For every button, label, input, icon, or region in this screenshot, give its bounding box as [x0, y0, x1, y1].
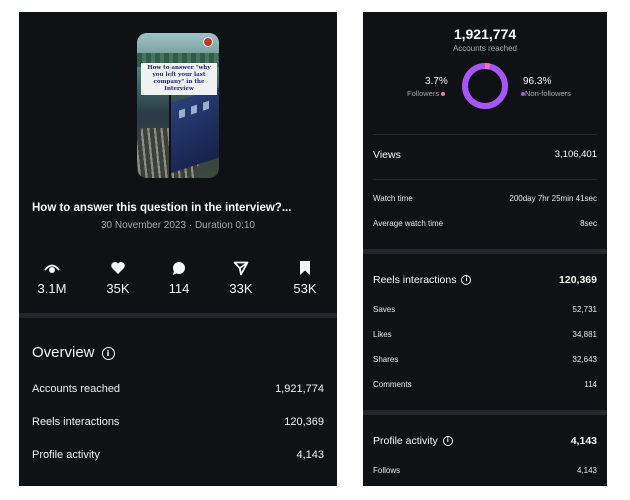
reel-meta: 30 November 2023 · Duration 0:10 — [19, 220, 337, 231]
comments-count: 114 — [168, 281, 190, 296]
accounts-reached-total: 1,921,774 — [453, 26, 517, 42]
eye-icon — [44, 264, 60, 273]
watch-time-row[interactable]: Watch time 200day 7hr 25min 41sec — [373, 194, 597, 203]
info-icon[interactable]: i — [442, 436, 453, 447]
nonfollowers-ring — [462, 63, 508, 109]
saves-count: 53K — [293, 281, 317, 296]
saves-stat[interactable]: 53K — [280, 260, 330, 296]
profile-activity-heading[interactable]: Profile activity i 4,143 — [373, 435, 597, 447]
overview-row-reels-interactions[interactable]: Reels interactions 120,369 — [32, 416, 324, 428]
overview-heading: Overview i — [32, 344, 115, 361]
reel-date: 30 November 2023 — [101, 220, 187, 231]
heart-icon — [111, 262, 125, 274]
views-row[interactable]: Views 3,106,401 — [373, 149, 597, 161]
overview-row-profile-activity[interactable]: Profile activity 4,143 — [32, 449, 324, 461]
row-value: 120,369 — [284, 416, 324, 428]
nonfollowers-legend: Non-followers — [521, 89, 571, 98]
row-value: 1,921,774 — [275, 383, 324, 395]
likes-stat[interactable]: 35K — [93, 260, 143, 296]
send-icon — [233, 261, 249, 276]
row-value: 4,143 — [296, 449, 324, 461]
section-divider — [363, 249, 607, 254]
reach-donut-chart — [462, 63, 508, 109]
interaction-row-shares[interactable]: Shares 32,643 — [373, 355, 597, 364]
comments-stat[interactable]: 114 — [154, 260, 204, 296]
interaction-row-likes[interactable]: Likes 34,881 — [373, 330, 597, 339]
divider — [373, 179, 597, 180]
info-icon[interactable]: i — [101, 346, 115, 360]
nonfollowers-percent: 96.3% — [523, 76, 552, 87]
row-label: Accounts reached — [32, 383, 121, 395]
divider — [373, 134, 597, 135]
accounts-reached-label: Accounts reached — [452, 44, 518, 53]
followers-dot — [441, 92, 446, 97]
average-watch-time-row[interactable]: Average watch time 8sec — [373, 219, 597, 228]
followers-legend: Followers — [407, 89, 446, 98]
thumbnail-caption: How to answer "why you left your last co… — [141, 63, 217, 95]
section-divider — [19, 313, 337, 318]
reel-duration: Duration 0:10 — [194, 220, 255, 231]
followers-percent: 3.7% — [425, 76, 448, 87]
section-divider — [363, 410, 607, 415]
reel-thumbnail[interactable]: How to answer "why you left your last co… — [137, 33, 219, 178]
reel-title: How to answer this question in the inter… — [32, 202, 292, 214]
overview-row-accounts-reached[interactable]: Accounts reached 1,921,774 — [32, 383, 324, 395]
interaction-row-saves[interactable]: Saves 52,731 — [373, 305, 597, 314]
reels-interactions-heading[interactable]: Reels interactions i 120,369 — [373, 274, 597, 286]
interaction-row-comments[interactable]: Comments 114 — [373, 380, 597, 389]
views-count: 3.1M — [37, 281, 67, 296]
bookmark-icon — [300, 261, 310, 275]
reel-details-panel: 1,921,774 Accounts reached 3.7% Follower… — [363, 12, 607, 486]
shares-count: 33K — [229, 281, 253, 296]
likes-count: 35K — [106, 281, 130, 296]
profile-badge-icon — [203, 37, 213, 47]
info-icon[interactable]: i — [461, 275, 472, 286]
row-label: Profile activity — [32, 449, 100, 461]
profile-row-follows[interactable]: Follows 4,143 — [373, 466, 597, 475]
comment-icon — [173, 262, 185, 275]
meta-separator: · — [186, 220, 195, 231]
shares-stat[interactable]: 33K — [216, 260, 266, 296]
views-stat[interactable]: 3.1M — [27, 260, 77, 296]
train-image — [171, 86, 219, 174]
reel-summary-panel: How to answer "why you left your last co… — [19, 12, 337, 486]
row-label: Reels interactions — [32, 416, 120, 428]
